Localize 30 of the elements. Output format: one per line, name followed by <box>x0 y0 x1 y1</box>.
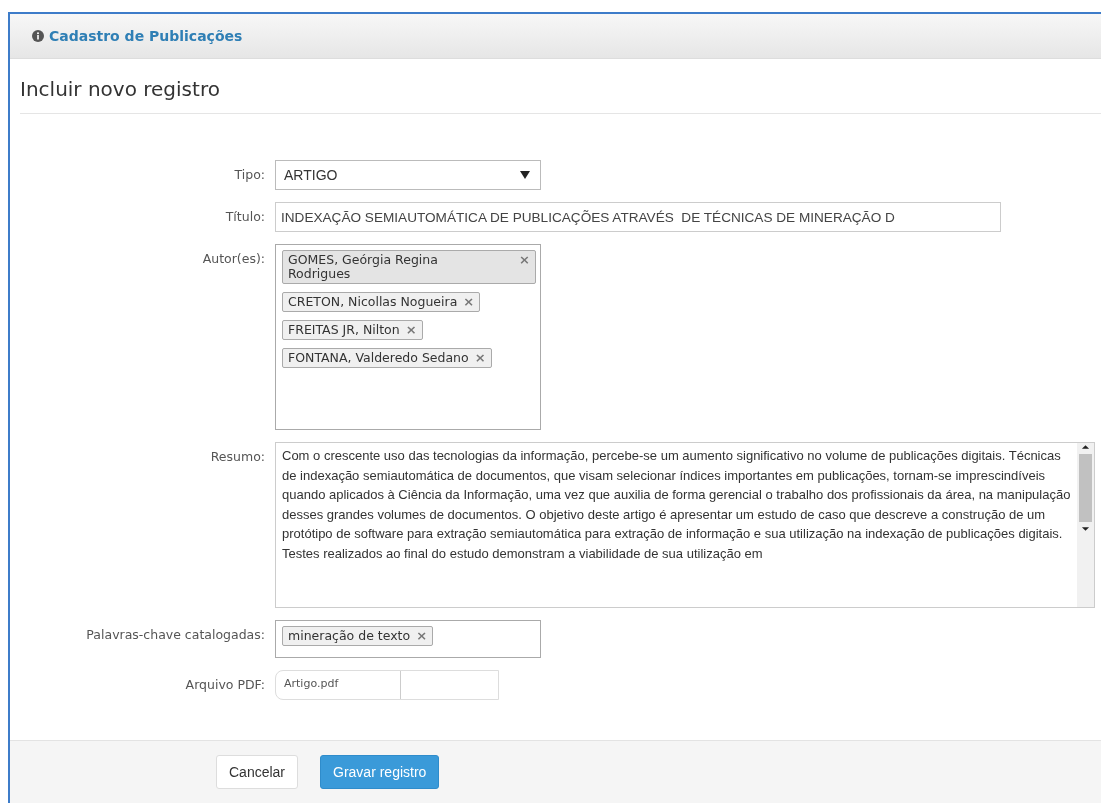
scroll-down-icon <box>1081 525 1090 533</box>
info-icon <box>32 30 44 42</box>
remove-tag-button[interactable]: × <box>463 295 475 309</box>
tag-label: GOMES, Geórgia Regina Rodrigues <box>288 253 439 281</box>
scroll-up-icon <box>1081 443 1090 451</box>
cancel-button[interactable]: Cancelar <box>216 755 299 789</box>
title-field[interactable]: INDEXAÇÃO SEMIAUTOMÁTICA DE PUBLICAÇÕES ATRAVÉS DE TÉCNICAS DE MINERAÇÃO D <box>275 202 1001 232</box>
authors-field[interactable]: GOMES, Geórgia Regina Rodrigues × CRETON, Nicollas Nogueira × FREITAS JR, Nilton × FONTANA, Valderedo Sedano × <box>275 244 541 430</box>
type-select[interactable]: ARTIGO <box>275 160 541 190</box>
remove-tag-button[interactable]: × <box>405 323 417 337</box>
remove-tag-button[interactable]: × <box>474 351 486 365</box>
scrollbar[interactable] <box>1077 443 1094 607</box>
field-label: Arquivo PDF: <box>184 676 265 692</box>
field-label: Título: <box>224 208 265 224</box>
tag-label: mineração de texto <box>288 629 411 643</box>
keywords-field[interactable]: mineração de texto × <box>275 620 541 658</box>
page-title: Incluir novo registro <box>20 77 1101 114</box>
header-title: Cadastro de Publicações <box>49 28 243 44</box>
remove-tag-button[interactable]: × <box>416 629 428 643</box>
field-label: Autor(es): <box>201 250 265 266</box>
file-input[interactable]: Artigo.pdf <box>275 670 499 700</box>
tag-label: CRETON, Nicollas Nogueira <box>288 295 458 309</box>
field-label: Tipo: <box>233 166 265 182</box>
tag-label: FONTANA, Valderedo Sedano <box>288 351 469 365</box>
remove-tag-button[interactable]: × <box>519 253 530 267</box>
field-label: Resumo: <box>209 448 265 464</box>
field-label: Palavras-chave catalogadas: <box>85 626 265 642</box>
abstract-field[interactable]: Com o crescente uso das tecnologias da informação, percebe-se um aumento significativo no volume de publicações digitais. Técnicas de indexação semiautomática de documentos, que visam selecionar índices importantes em publicações, tornam-se imprescindíveis quando aplicados à Ciência da Informação, uma vez que auxilia de forma gerencial o trabalho dos profissionais da área, na manipulação desses grandes volumes de documentos. O objetivo deste artigo é apresentar um estudo de caso que descreve a construção de um protótipo de software para extração semiautomática para extração de informação e sua utilização na indexação de publicações digitais. Testes realizados ao final do estudo demonstram a viabilidade de sua utilização em <box>275 442 1095 608</box>
caret-icon <box>520 171 530 179</box>
tag-label: FREITAS JR, Nilton <box>288 323 400 337</box>
